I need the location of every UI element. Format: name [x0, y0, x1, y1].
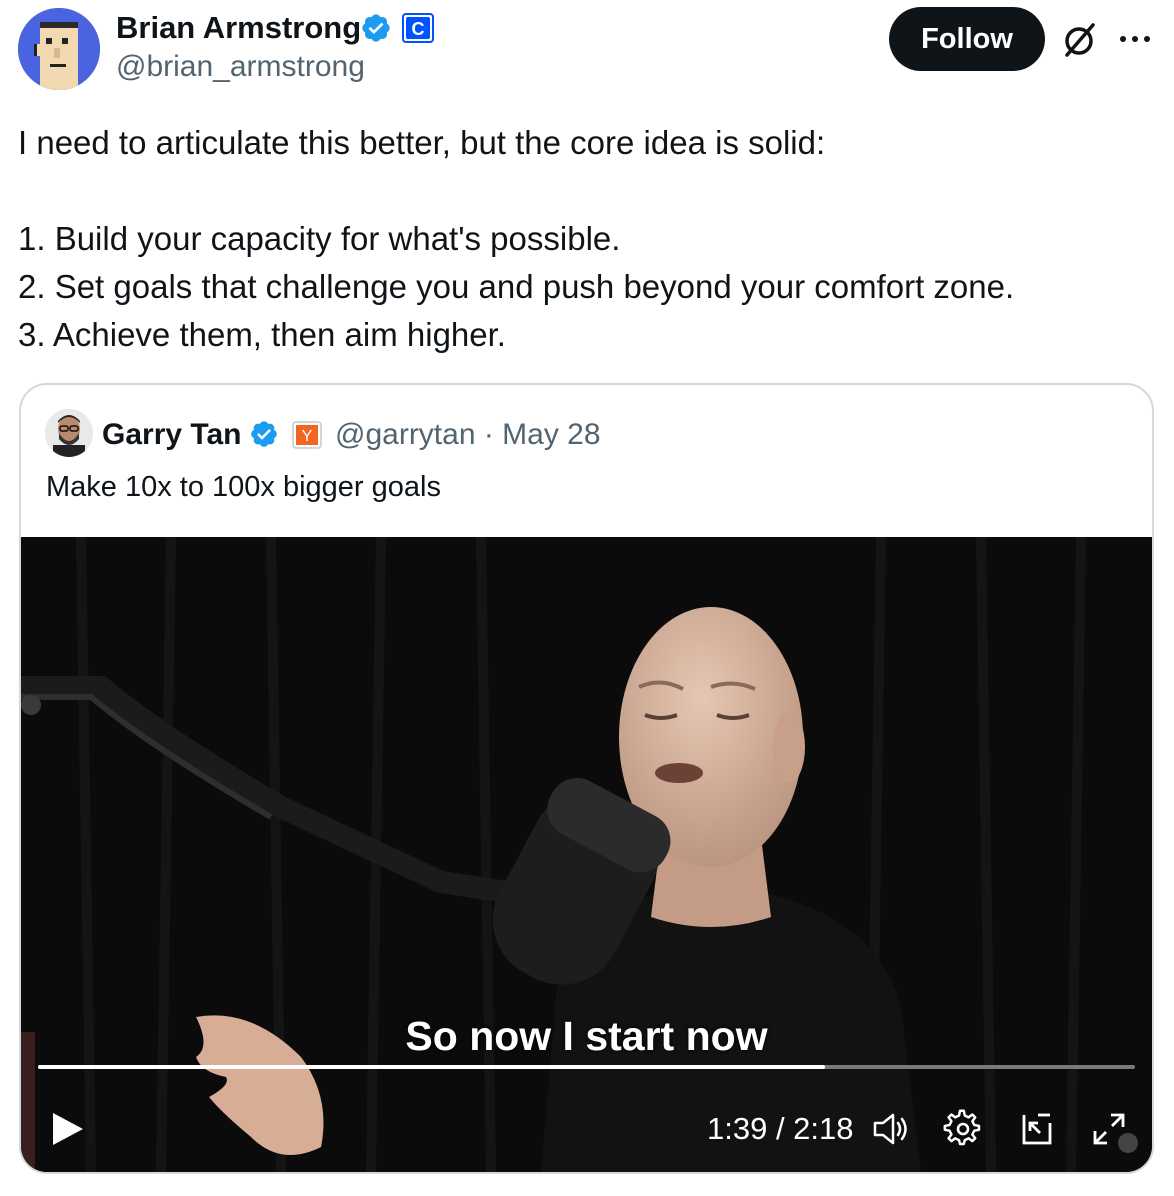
grok-icon[interactable] [1059, 20, 1099, 60]
tweet-text: I need to articulate this better, but th… [18, 119, 1158, 359]
video-progress-bar[interactable] [38, 1065, 1135, 1069]
yc-affiliate-badge-icon[interactable]: Y [292, 421, 322, 449]
verified-badge-icon [362, 14, 390, 42]
quoted-tweet-text: Make 10x to 100x bigger goals [46, 471, 441, 503]
tweet-intro: I need to articulate this better, but th… [18, 124, 826, 161]
author-avatar[interactable] [18, 8, 100, 90]
quoted-author-avatar[interactable] [45, 409, 93, 457]
gear-icon[interactable] [943, 1109, 983, 1149]
volume-icon[interactable] [871, 1109, 911, 1149]
more-options-icon[interactable] [1116, 24, 1154, 54]
video-progress-fill [38, 1065, 825, 1069]
tweet-point: 2. Set goals that challenge you and push… [18, 268, 1015, 305]
tweet-point: 1. Build your capacity for what's possib… [18, 220, 621, 257]
quoted-author-name[interactable]: Garry Tan [102, 417, 242, 453]
video-frame [21, 537, 1152, 1172]
verified-badge-icon [251, 421, 277, 447]
svg-text:Y: Y [302, 428, 313, 445]
coinbase-affiliate-badge-icon[interactable]: C [402, 13, 434, 43]
tweet-point: 3. Achieve them, then aim higher. [18, 316, 506, 353]
quoted-tweet-card[interactable]: Garry Tan Y @garrytan · May 28 Make 10x … [19, 383, 1154, 1174]
video-player[interactable]: So now I start now 1:39 / 2:18 [21, 537, 1152, 1172]
video-caption: So now I start now [405, 1013, 768, 1059]
video-time: 1:39 / 2:18 [707, 1111, 854, 1146]
author-handle[interactable]: @brian_armstrong [116, 49, 365, 85]
svg-text:C: C [412, 19, 425, 39]
play-icon[interactable] [47, 1109, 87, 1149]
picture-in-picture-icon[interactable] [1016, 1109, 1056, 1149]
author-name[interactable]: Brian Armstrong [116, 10, 361, 46]
info-icon[interactable] [1118, 1133, 1138, 1153]
quoted-handle-date[interactable]: @garrytan · May 28 [335, 417, 601, 453]
follow-button[interactable]: Follow [889, 7, 1045, 71]
